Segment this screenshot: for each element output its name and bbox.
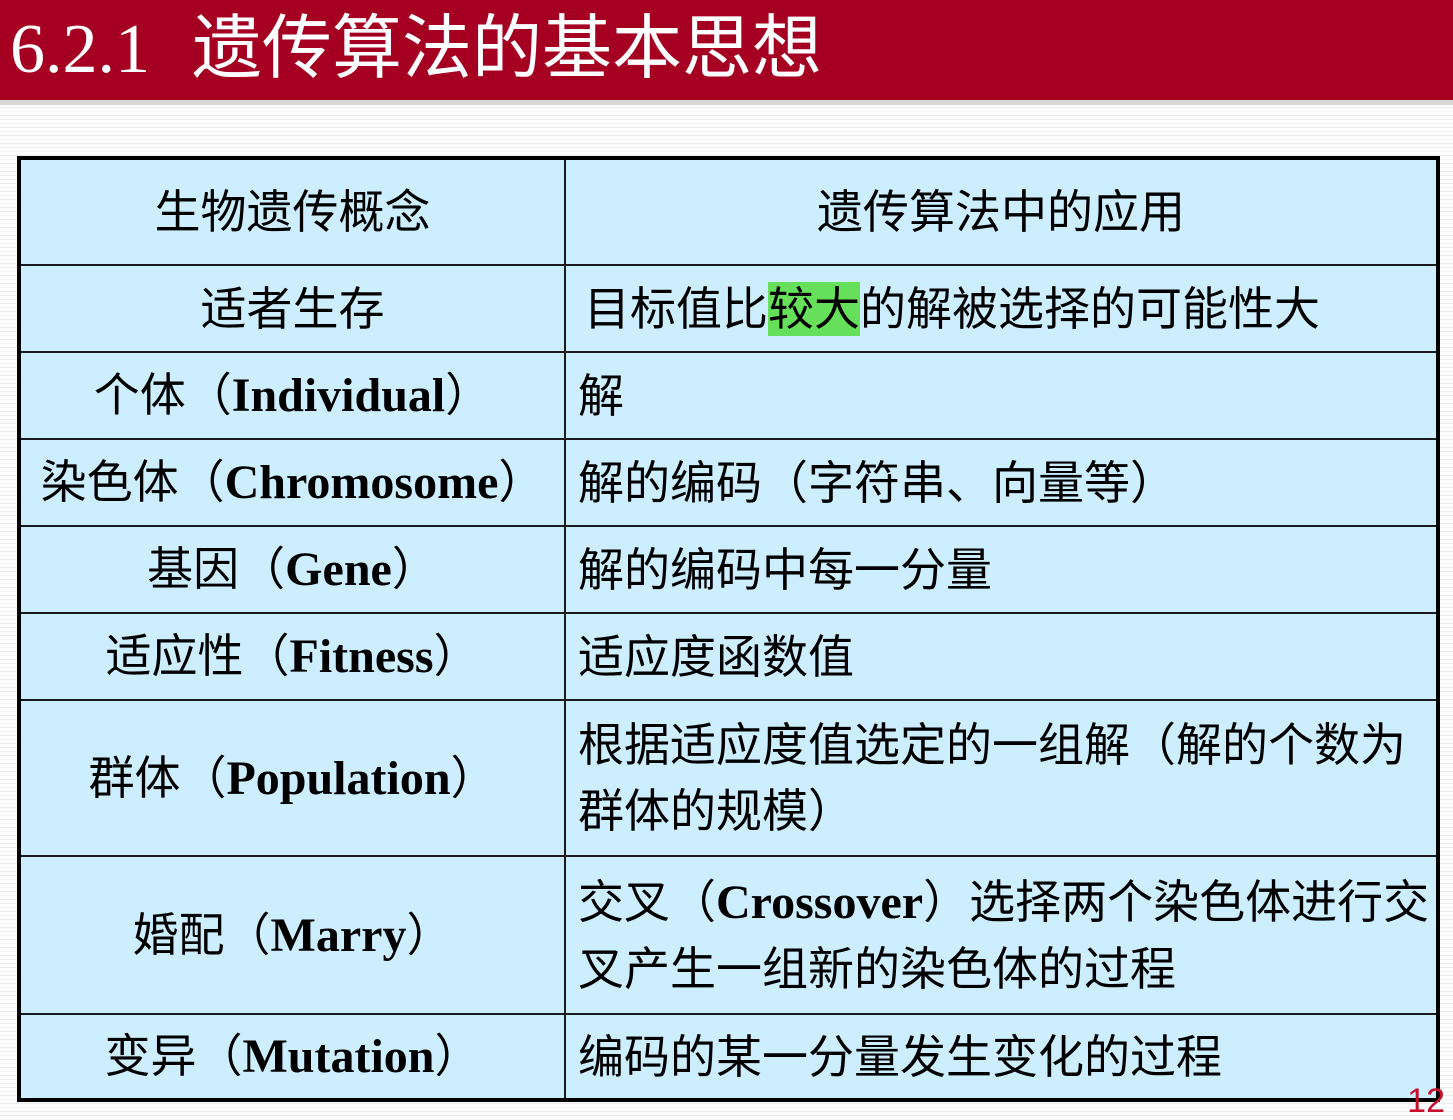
- application-cell: 根据适应度值选定的一组解（解的个数为群体的规模）: [564, 699, 1439, 857]
- application-cell: 目标值比较大的解被选择的可能性大: [564, 264, 1439, 353]
- concept-close: ）: [434, 1029, 481, 1083]
- table-row: 适者生存 目标值比较大的解被选择的可能性大: [18, 264, 1439, 353]
- page-number: 12: [1407, 1082, 1445, 1120]
- application-en: Crossover: [716, 875, 924, 929]
- concept-cell: 个体（Individual）: [18, 351, 566, 440]
- concept-close: ）: [498, 455, 545, 509]
- title-text: 遗传算法的基本思想: [192, 7, 822, 89]
- concept-close: ）: [406, 907, 453, 962]
- concept-cell: 适者生存: [18, 264, 566, 353]
- concept-cn: 染色体（: [40, 455, 225, 509]
- concept-en: Mutation: [242, 1030, 435, 1083]
- concept-cell: 婚配（Marry）: [18, 855, 566, 1015]
- concept-table: 生物遗传概念 遗传算法中的应用 适者生存 目标值比较大的解被选择的可能性大 个体…: [17, 156, 1440, 1102]
- header-concept: 生物遗传概念: [18, 157, 566, 266]
- application-cell: 适应度函数值: [564, 612, 1439, 701]
- concept-cn: 变异（: [104, 1029, 243, 1083]
- concept-en: Fitness: [289, 630, 434, 683]
- concept-cell: 染色体（Chromosome）: [18, 438, 566, 527]
- table-row: 个体（Individual） 解: [18, 351, 1439, 440]
- concept-cn: 个体（: [93, 368, 232, 422]
- application-cell: 解: [564, 351, 1439, 440]
- table-row: 变异（Mutation） 编码的某一分量发生变化的过程: [18, 1013, 1439, 1101]
- header-application: 遗传算法中的应用: [564, 157, 1439, 266]
- application-cell: 解的编码（字符串、向量等）: [564, 438, 1439, 527]
- concept-en: Chromosome: [224, 456, 499, 509]
- section-number: 6.2.1: [10, 11, 150, 88]
- application-cell: 编码的某一分量发生变化的过程: [564, 1013, 1439, 1101]
- concept-cn: 适应性（: [105, 629, 290, 683]
- concept-close: ）: [450, 750, 497, 805]
- concept-close: ）: [433, 629, 480, 683]
- application-cell: 解的编码中每一分量: [564, 525, 1439, 614]
- table-row: 基因（Gene） 解的编码中每一分量: [18, 525, 1439, 614]
- application-text: 目标值比: [584, 281, 768, 336]
- highlighted-text: 较大: [768, 281, 860, 336]
- concept-cell: 适应性（Fitness）: [18, 612, 566, 701]
- concept-en: Gene: [285, 543, 392, 596]
- table-row: 群体（Population） 根据适应度值选定的一组解（解的个数为群体的规模）: [18, 699, 1439, 857]
- concept-cn: 适者生存: [200, 281, 385, 336]
- concept-cn: 基因（: [147, 542, 286, 596]
- concept-cell: 群体（Population）: [18, 699, 566, 857]
- concept-en: Marry: [270, 908, 407, 962]
- table-row: 适应性（Fitness） 适应度函数值: [18, 612, 1439, 701]
- concept-cn: 婚配（: [132, 907, 271, 962]
- title-separator: [0, 100, 1453, 105]
- application-text: 的解被选择的可能性大: [860, 281, 1320, 336]
- title-bar: 6.2.1 遗传算法的基本思想: [0, 0, 1453, 100]
- table-row: 婚配（Marry） 交叉（Crossover）选择两个染色体进行交叉产生一组新的…: [18, 855, 1439, 1015]
- application-cell: 交叉（Crossover）选择两个染色体进行交叉产生一组新的染色体的过程: [564, 855, 1439, 1015]
- concept-close: ）: [445, 368, 492, 422]
- application-text: 交叉（: [578, 874, 716, 929]
- slide-title: 6.2.1 遗传算法的基本思想: [10, 4, 822, 94]
- concept-close: ）: [391, 542, 438, 596]
- table-header-row: 生物遗传概念 遗传算法中的应用: [18, 157, 1439, 266]
- table-row: 染色体（Chromosome） 解的编码（字符串、向量等）: [18, 438, 1439, 527]
- concept-cell: 基因（Gene）: [18, 525, 566, 614]
- concept-cell: 变异（Mutation）: [18, 1013, 566, 1101]
- concept-en: Individual: [231, 369, 446, 422]
- concept-en: Population: [226, 751, 451, 805]
- concept-cn: 群体（: [88, 750, 227, 805]
